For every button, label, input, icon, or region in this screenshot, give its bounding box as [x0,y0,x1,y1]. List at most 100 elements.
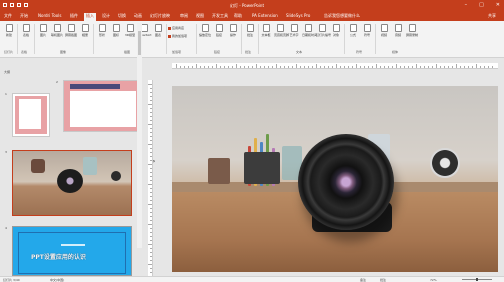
ruler-tick [360,66,361,68]
slide-canvas[interactable] [172,86,498,272]
tab-nordri-tools[interactable]: Nordri Tools [36,13,63,21]
tab-review[interactable]: 审阅 [178,13,190,21]
ruler-tick [150,140,152,141]
audio-button[interactable]: 音频 [392,24,404,37]
ruler-tick [424,66,425,68]
ruler-tick [204,66,205,68]
tab-home[interactable]: 开始 [18,13,30,21]
slide-thumbnail-2[interactable] [63,80,141,132]
slide-thumbnail-4[interactable]: PPT设置应用的认识 [12,226,132,276]
my-addins-button[interactable]: 我的加载项 [168,34,187,38]
header-footer-button[interactable]: 页眉和页脚 [274,24,289,37]
pictures-button[interactable]: 图片 [37,24,49,37]
group-label-links: 链接 [214,50,221,54]
slide-number-button[interactable]: 幻灯片编号 [316,24,331,37]
object-button[interactable]: 对象 [330,24,342,37]
tab-animations[interactable]: 动画 [132,13,144,21]
ruler-tick [150,240,152,241]
comments-button[interactable]: 批注 [380,278,386,282]
tab-design[interactable]: 设计 [100,13,112,21]
screenshot-button[interactable]: 屏幕截图 [65,24,77,37]
slide-thumbnail-1[interactable] [12,93,50,137]
ruler-tick [148,144,152,145]
ruler-tick [150,152,152,153]
ruler-tick [476,64,477,68]
store-button[interactable]: 应用商店 [168,26,184,30]
ruler-tick [148,184,152,185]
ruler-tick [408,66,409,68]
zoom-button[interactable]: 缩放定位 [199,24,211,37]
ruler-tick [150,172,152,173]
tell-me-search[interactable]: 告诉我您想要做什么 [322,13,362,21]
ruler-tick [150,156,152,157]
tab-pa-extension[interactable]: PA Extension [250,13,280,21]
zoom-slider-knob[interactable] [476,278,478,281]
link-button[interactable]: 链接 [213,24,225,37]
video-button[interactable]: 视频 [378,24,390,37]
chart-button[interactable]: 图表 [152,24,164,37]
ruler-tick [308,66,309,68]
slide-count: 幻灯片 3/40 [3,278,20,282]
group-label-tables: 表格 [21,50,28,54]
tab-help[interactable]: 帮助 [232,13,244,21]
action-button[interactable]: 操作 [227,24,239,37]
close-icon[interactable]: ✕ [496,2,500,8]
scrollbar-thumb[interactable] [138,31,141,55]
restore-icon[interactable]: □ [479,2,484,8]
table-button[interactable]: 表格 [20,24,32,37]
shapes-icon [98,24,106,32]
online-pictures-button[interactable]: 联机图片 [51,24,63,37]
undo-icon[interactable] [10,3,14,7]
share-button[interactable]: 共享 [488,13,496,19]
tab-slidesys-pro[interactable]: SlideSys Pro [284,13,312,21]
tab-plugin[interactable]: 插件 [68,13,80,21]
tab-transitions[interactable]: 切换 [116,13,128,21]
ruler-tick [248,66,249,68]
ruler-tick [148,164,152,165]
thumbnail-scrollbar[interactable] [137,23,142,248]
screen-recording-button[interactable]: 屏幕录制 [406,24,418,37]
ruler-tick [150,96,152,97]
zoom-level[interactable]: 72% [430,278,437,282]
omega-icon [363,24,371,32]
tab-slideshow[interactable]: 幻灯片放映 [148,13,172,21]
tab-developer[interactable]: 开发工具 [210,13,230,21]
save-icon[interactable] [3,3,7,7]
tab-insert[interactable]: 插入 [84,13,96,21]
tab-view[interactable]: 视图 [194,13,206,21]
ruler-tick [150,256,152,257]
wordart-button[interactable]: 艺术字 [288,24,300,37]
icons-button[interactable]: 图标 [110,24,122,37]
shapes-button[interactable]: 形状 [96,24,108,37]
group-label-illustrations: 插图 [124,50,131,54]
ruler-tick [352,66,353,68]
ruler-tick [240,66,241,68]
ruler-tick [256,64,257,68]
pi-icon [349,24,357,32]
new-slide-button[interactable]: 新建 [3,24,15,37]
ruler-tick [220,66,221,68]
language-indicator[interactable]: 中文(中国) [50,278,64,282]
equation-button[interactable]: 公式 [347,24,359,37]
minimize-icon[interactable]: – [465,2,468,8]
start-slideshow-icon[interactable] [24,3,28,7]
date-time-button[interactable]: 日期和时间 [302,24,317,37]
comment-icon [246,24,254,32]
comment-button[interactable]: 批注 [244,24,256,37]
redo-icon[interactable] [17,3,21,7]
photo-album-button[interactable]: 相册 [79,24,91,37]
header-footer-icon [276,24,284,32]
ruler-tick [332,66,333,68]
textbox-button[interactable]: 文本框 [260,24,272,37]
3d-models-button[interactable]: 3D模型 [124,24,136,37]
ruler-tick [150,212,152,213]
tab-file[interactable]: 文件 [2,13,14,21]
slide-thumbnail-3[interactable] [12,150,132,216]
ruler-tick [148,124,152,125]
ruler-tick [150,236,152,237]
notes-button[interactable]: 备注 [360,278,366,282]
group-label-images: 图像 [60,50,67,54]
ruler-tick [150,220,152,221]
screen-record-icon [408,24,416,32]
symbol-button[interactable]: 符号 [361,24,373,37]
